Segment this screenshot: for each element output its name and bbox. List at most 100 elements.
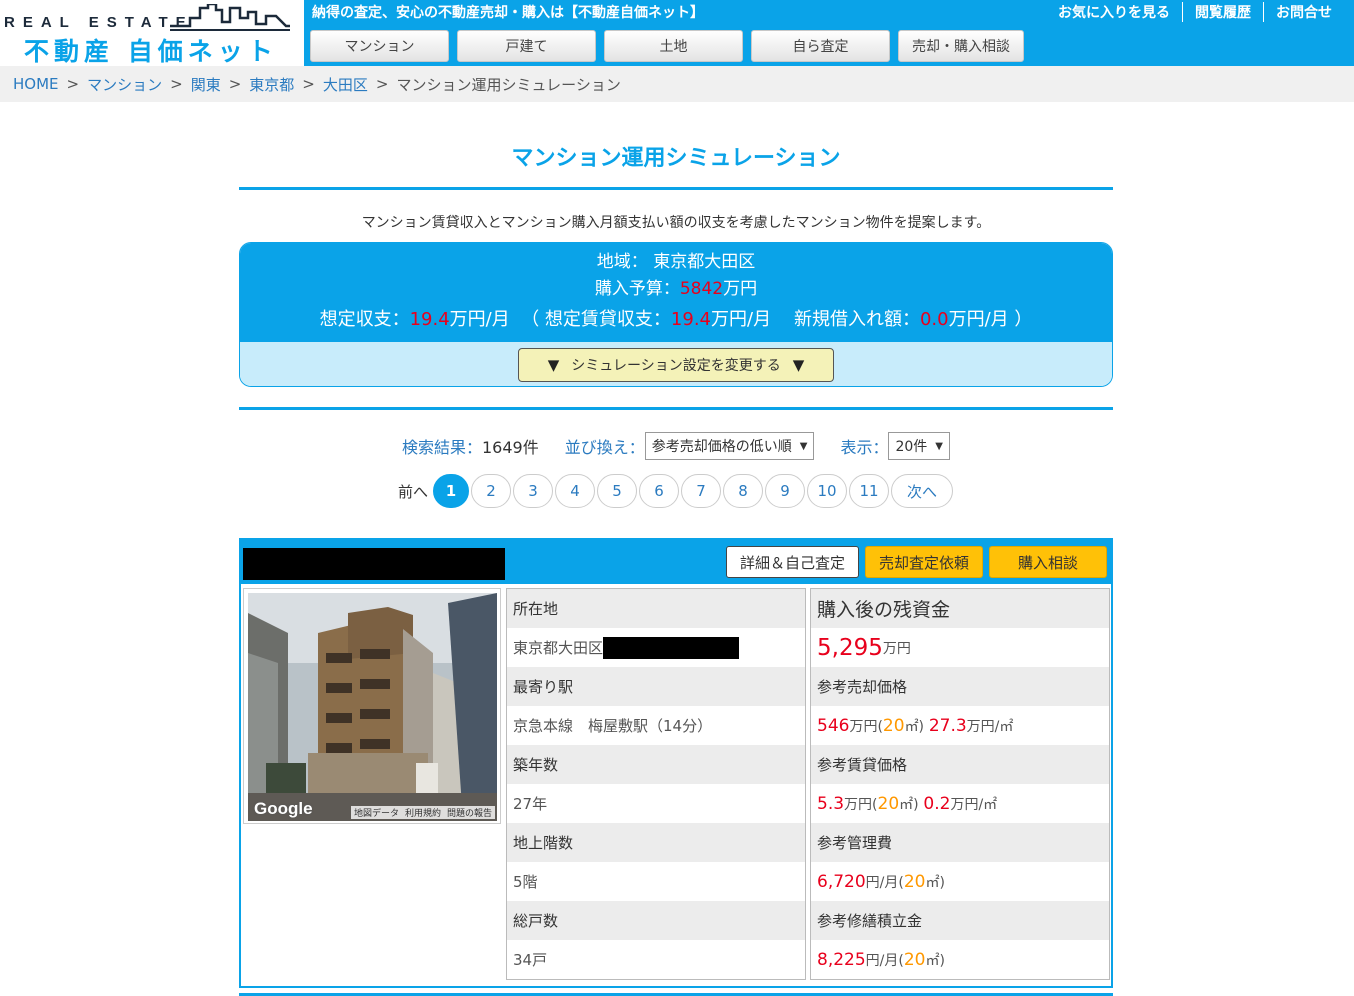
balance-label: 想定収支： [319, 309, 410, 330]
breadcrumb-separator: > [228, 75, 242, 93]
page-link-3[interactable]: 3 [513, 474, 553, 508]
next-page-link[interactable]: 次へ [891, 474, 953, 508]
loan-label: 新規借入れ額： [793, 309, 920, 330]
sale-amount: 546 [817, 715, 850, 736]
change-simulation-button[interactable]: ▼ シミュレーション設定を変更する ▼ [518, 347, 834, 382]
terms-link[interactable]: 利用規約 [402, 806, 444, 819]
rental-value: 19.4 [670, 309, 711, 330]
page-link-11[interactable]: 11 [849, 474, 889, 508]
rent-per-sqm-unit: 万円/㎡ [950, 796, 998, 813]
sort-label: 並び換え： [564, 438, 645, 457]
display-selected: 20件 [895, 439, 928, 455]
rent-price-value: 5.3 万円(20 ㎡) 0.2 万円/㎡ [811, 784, 1109, 823]
station-value: 京急本線 梅屋敷駅（14分） [507, 706, 805, 745]
listing-header: 詳細＆自己査定 売却査定依頼 購入相談 [241, 540, 1111, 584]
sale-per-sqm: 27.3 [928, 715, 967, 736]
redacted-address [603, 636, 740, 659]
sale-per-sqm-unit: 万円/㎡ [966, 718, 1014, 735]
management-fee-label: 参考管理費 [811, 823, 1109, 862]
finance-details: 購入後の残資金 5,295 万円 参考売却価格 546 万円(20 ㎡) 27.3 万… [810, 588, 1110, 980]
report-problem-link[interactable]: 問題の報告 [444, 806, 495, 819]
redacted-property-name [243, 548, 505, 580]
nav-land-button[interactable]: 土地 [604, 30, 743, 62]
nav-house-button[interactable]: 戸建て [457, 30, 596, 62]
location-text: 東京都大田区 [513, 639, 604, 657]
breadcrumb-separator: > [302, 75, 315, 93]
result-count-label: 検索結果： [401, 438, 482, 457]
pagination: 前へ 1 2 3 4 5 6 7 8 9 10 11 次へ [239, 474, 1113, 508]
divider [239, 407, 1113, 410]
remaining-funds-value: 5,295 万円 [811, 628, 1109, 667]
prev-page-link[interactable]: 前へ [398, 481, 428, 502]
breadcrumb-mansion[interactable]: マンション [87, 74, 162, 95]
breadcrumb-home[interactable]: HOME [13, 75, 59, 93]
sort-selected: 参考売却価格の低い順 [651, 439, 792, 455]
map-attribution: 地図データ 利用規約 問題の報告 [350, 806, 495, 819]
remaining-unit: 万円 [882, 640, 911, 657]
skyline-icon [170, 4, 290, 31]
breadcrumb-tokyo[interactable]: 東京都 [249, 74, 294, 95]
age-value: 27年 [507, 784, 805, 823]
display-label: 表示： [840, 438, 889, 457]
region-value: 東京都大田区 [653, 252, 756, 272]
sale-unit: 万円( [849, 718, 883, 735]
mgmt-amount: 6,720 [817, 871, 866, 892]
breadcrumb-ota[interactable]: 大田区 [323, 74, 368, 95]
rent-amount: 5.3 [817, 793, 845, 814]
nav-self-assess-button[interactable]: 自ら査定 [751, 30, 890, 62]
history-link[interactable]: 閲覧履歴 [1182, 2, 1263, 22]
page-link-5[interactable]: 5 [597, 474, 637, 508]
repair-area-unit: ㎡) [925, 952, 945, 969]
mgmt-area-unit: ㎡) [925, 874, 945, 891]
dropdown-arrow-icon: ▼ [799, 440, 808, 452]
page-link-8[interactable]: 8 [723, 474, 763, 508]
age-label: 築年数 [507, 745, 805, 784]
sell-assessment-button[interactable]: 売却査定依頼 [865, 546, 983, 578]
sort-select[interactable]: 参考売却価格の低い順 ▼ [644, 432, 815, 460]
page-link-6[interactable]: 6 [639, 474, 679, 508]
listing-actions: 詳細＆自己査定 売却査定依頼 購入相談 [720, 546, 1107, 578]
page-link-10[interactable]: 10 [807, 474, 847, 508]
balance-unit: 万円/月 [449, 309, 510, 330]
page-link-4[interactable]: 4 [555, 474, 595, 508]
rental-label: （ 想定賃貸収支： [521, 309, 671, 330]
buy-consult-button[interactable]: 購入相談 [989, 546, 1107, 578]
detail-assess-button[interactable]: 詳細＆自己査定 [726, 546, 859, 578]
dropdown-arrow-icon: ▼ [935, 440, 943, 452]
sale-area-unit: ㎡) [904, 718, 925, 735]
repair-amount: 8,225 [817, 949, 866, 970]
map-data-link[interactable]: 地図データ [351, 806, 402, 819]
breadcrumb: HOME > マンション > 関東 > 東京都 > 大田区 > マンション運用シ… [0, 66, 1354, 102]
nav-consult-button[interactable]: 売却・購入相談 [898, 30, 1024, 62]
result-count-value: 1649件 [482, 438, 539, 457]
remaining-amount: 5,295 [817, 634, 883, 661]
logo-japanese: 不動産 自価ネット [24, 37, 278, 66]
budget-unit: 万円 [723, 279, 758, 299]
contact-link[interactable]: お問合せ [1263, 2, 1344, 22]
rent-area: 20 [877, 793, 900, 814]
station-label: 最寄り駅 [507, 667, 805, 706]
building-illustration [248, 593, 497, 821]
change-simulation-label: シミュレーション設定を変更する [571, 357, 781, 374]
page-link-2[interactable]: 2 [471, 474, 511, 508]
street-view-photo[interactable]: Google 地図データ 利用規約 問題の報告 [243, 588, 501, 824]
top-links: お気に入りを見る 閲覧履歴 お問合せ [1046, 2, 1344, 22]
budget-line: 購入予算：5842万円 [240, 276, 1112, 303]
nav-mansion-button[interactable]: マンション [310, 30, 449, 62]
page-link-7[interactable]: 7 [681, 474, 721, 508]
breadcrumb-kanto[interactable]: 関東 [191, 74, 221, 95]
page-link-1[interactable]: 1 [433, 474, 469, 508]
favorites-link[interactable]: お気に入りを見る [1046, 2, 1182, 22]
budget-value: 5842 [679, 279, 724, 299]
remaining-funds-label: 購入後の残資金 [811, 589, 1109, 628]
page-link-9[interactable]: 9 [765, 474, 805, 508]
balance-line: 想定収支：19.4万円/月 （ 想定賃貸収支：19.4万円/月 新規借入れ額：0… [240, 303, 1112, 337]
breadcrumb-separator: > [170, 75, 183, 93]
building-photo: Google 地図データ 利用規約 問題の報告 [248, 593, 497, 821]
repair-reserve-value: 8,225 円/月(20 ㎡) [811, 940, 1109, 979]
display-count-select[interactable]: 20件 ▼ [888, 432, 950, 460]
repair-area: 20 [903, 949, 926, 970]
triangle-down-icon: ▼ [547, 355, 560, 374]
divider [239, 187, 1113, 190]
site-logo[interactable]: REAL ESTATE 不動産 自価ネット [0, 0, 304, 66]
